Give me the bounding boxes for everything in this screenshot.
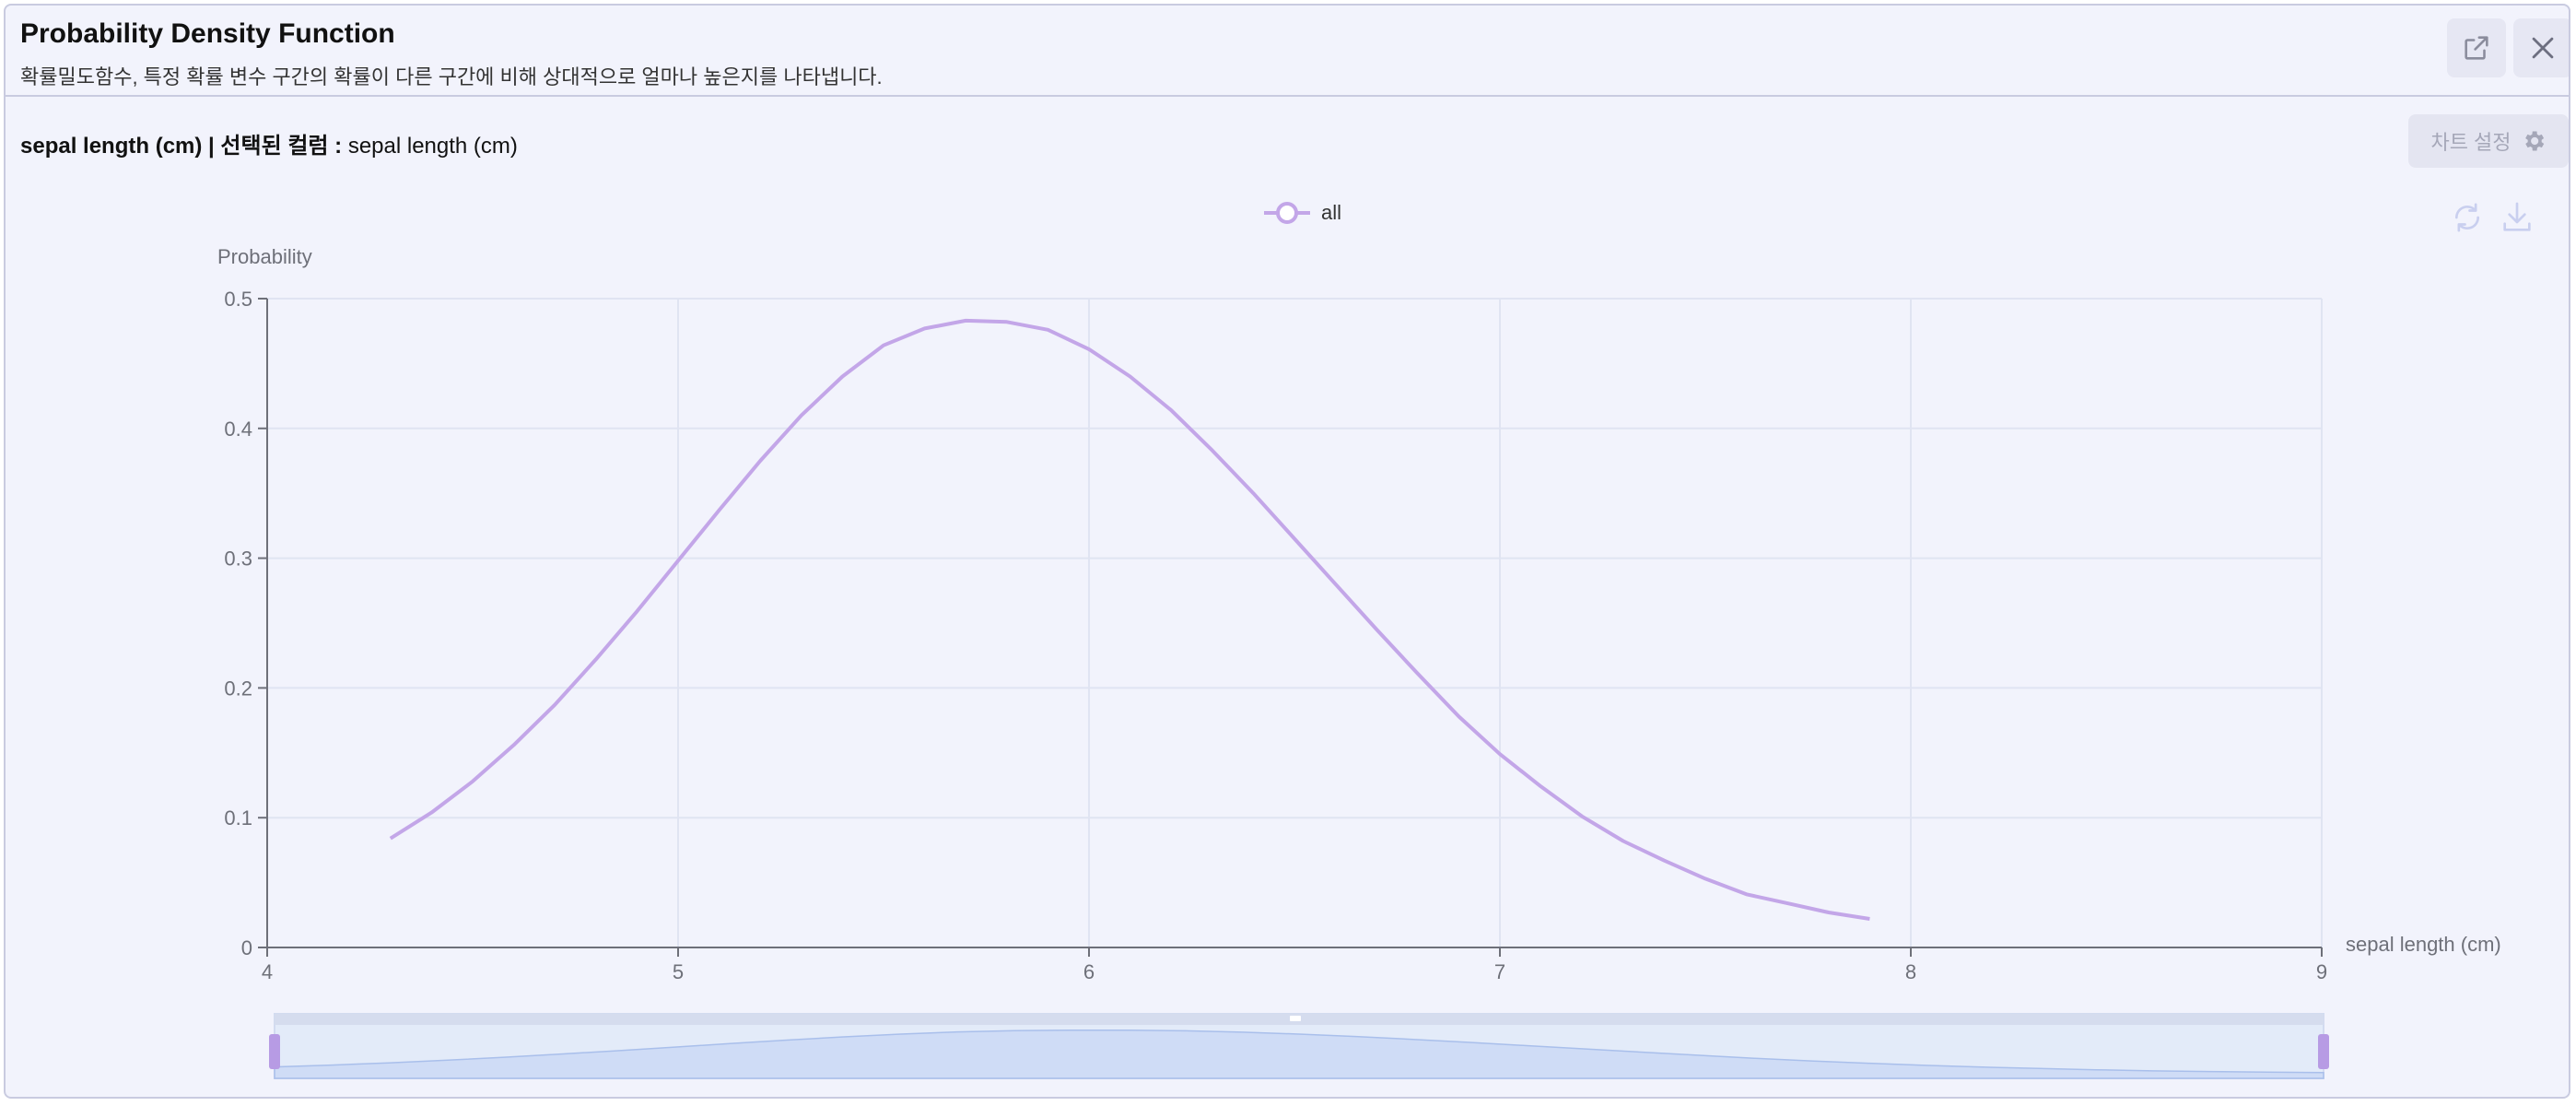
x-tick-label: 9 xyxy=(2316,960,2327,983)
x-tick-label: 7 xyxy=(1494,960,1505,983)
zoom-drag-grip[interactable] xyxy=(1290,1016,1301,1021)
y-tick-label: 0.5 xyxy=(224,288,252,311)
y-tick-label: 0.2 xyxy=(224,677,252,700)
x-axis-title: sepal length (cm) xyxy=(2346,933,2501,956)
zoom-handle-right[interactable] xyxy=(2318,1034,2329,1069)
x-tick-label: 8 xyxy=(1905,960,1916,983)
series-line-all[interactable] xyxy=(389,318,1870,921)
y-tick-label: 0.1 xyxy=(224,806,252,830)
x-tick-label: 5 xyxy=(673,960,684,983)
y-tick-label: 0.3 xyxy=(224,547,252,571)
x-tick-label: 4 xyxy=(262,960,273,983)
y-axis-title: Probability xyxy=(217,245,312,268)
y-tick-label: 0 xyxy=(241,936,252,959)
y-tick-label: 0.4 xyxy=(224,418,252,441)
pdf-line-chart: 0 0.1 0.2 0.3 0.4 0.5 4 5 6 7 8 9 Probability sepal l… xyxy=(217,245,2501,1079)
x-tick-label: 6 xyxy=(1083,960,1095,983)
zoom-handle-left[interactable] xyxy=(269,1034,280,1069)
